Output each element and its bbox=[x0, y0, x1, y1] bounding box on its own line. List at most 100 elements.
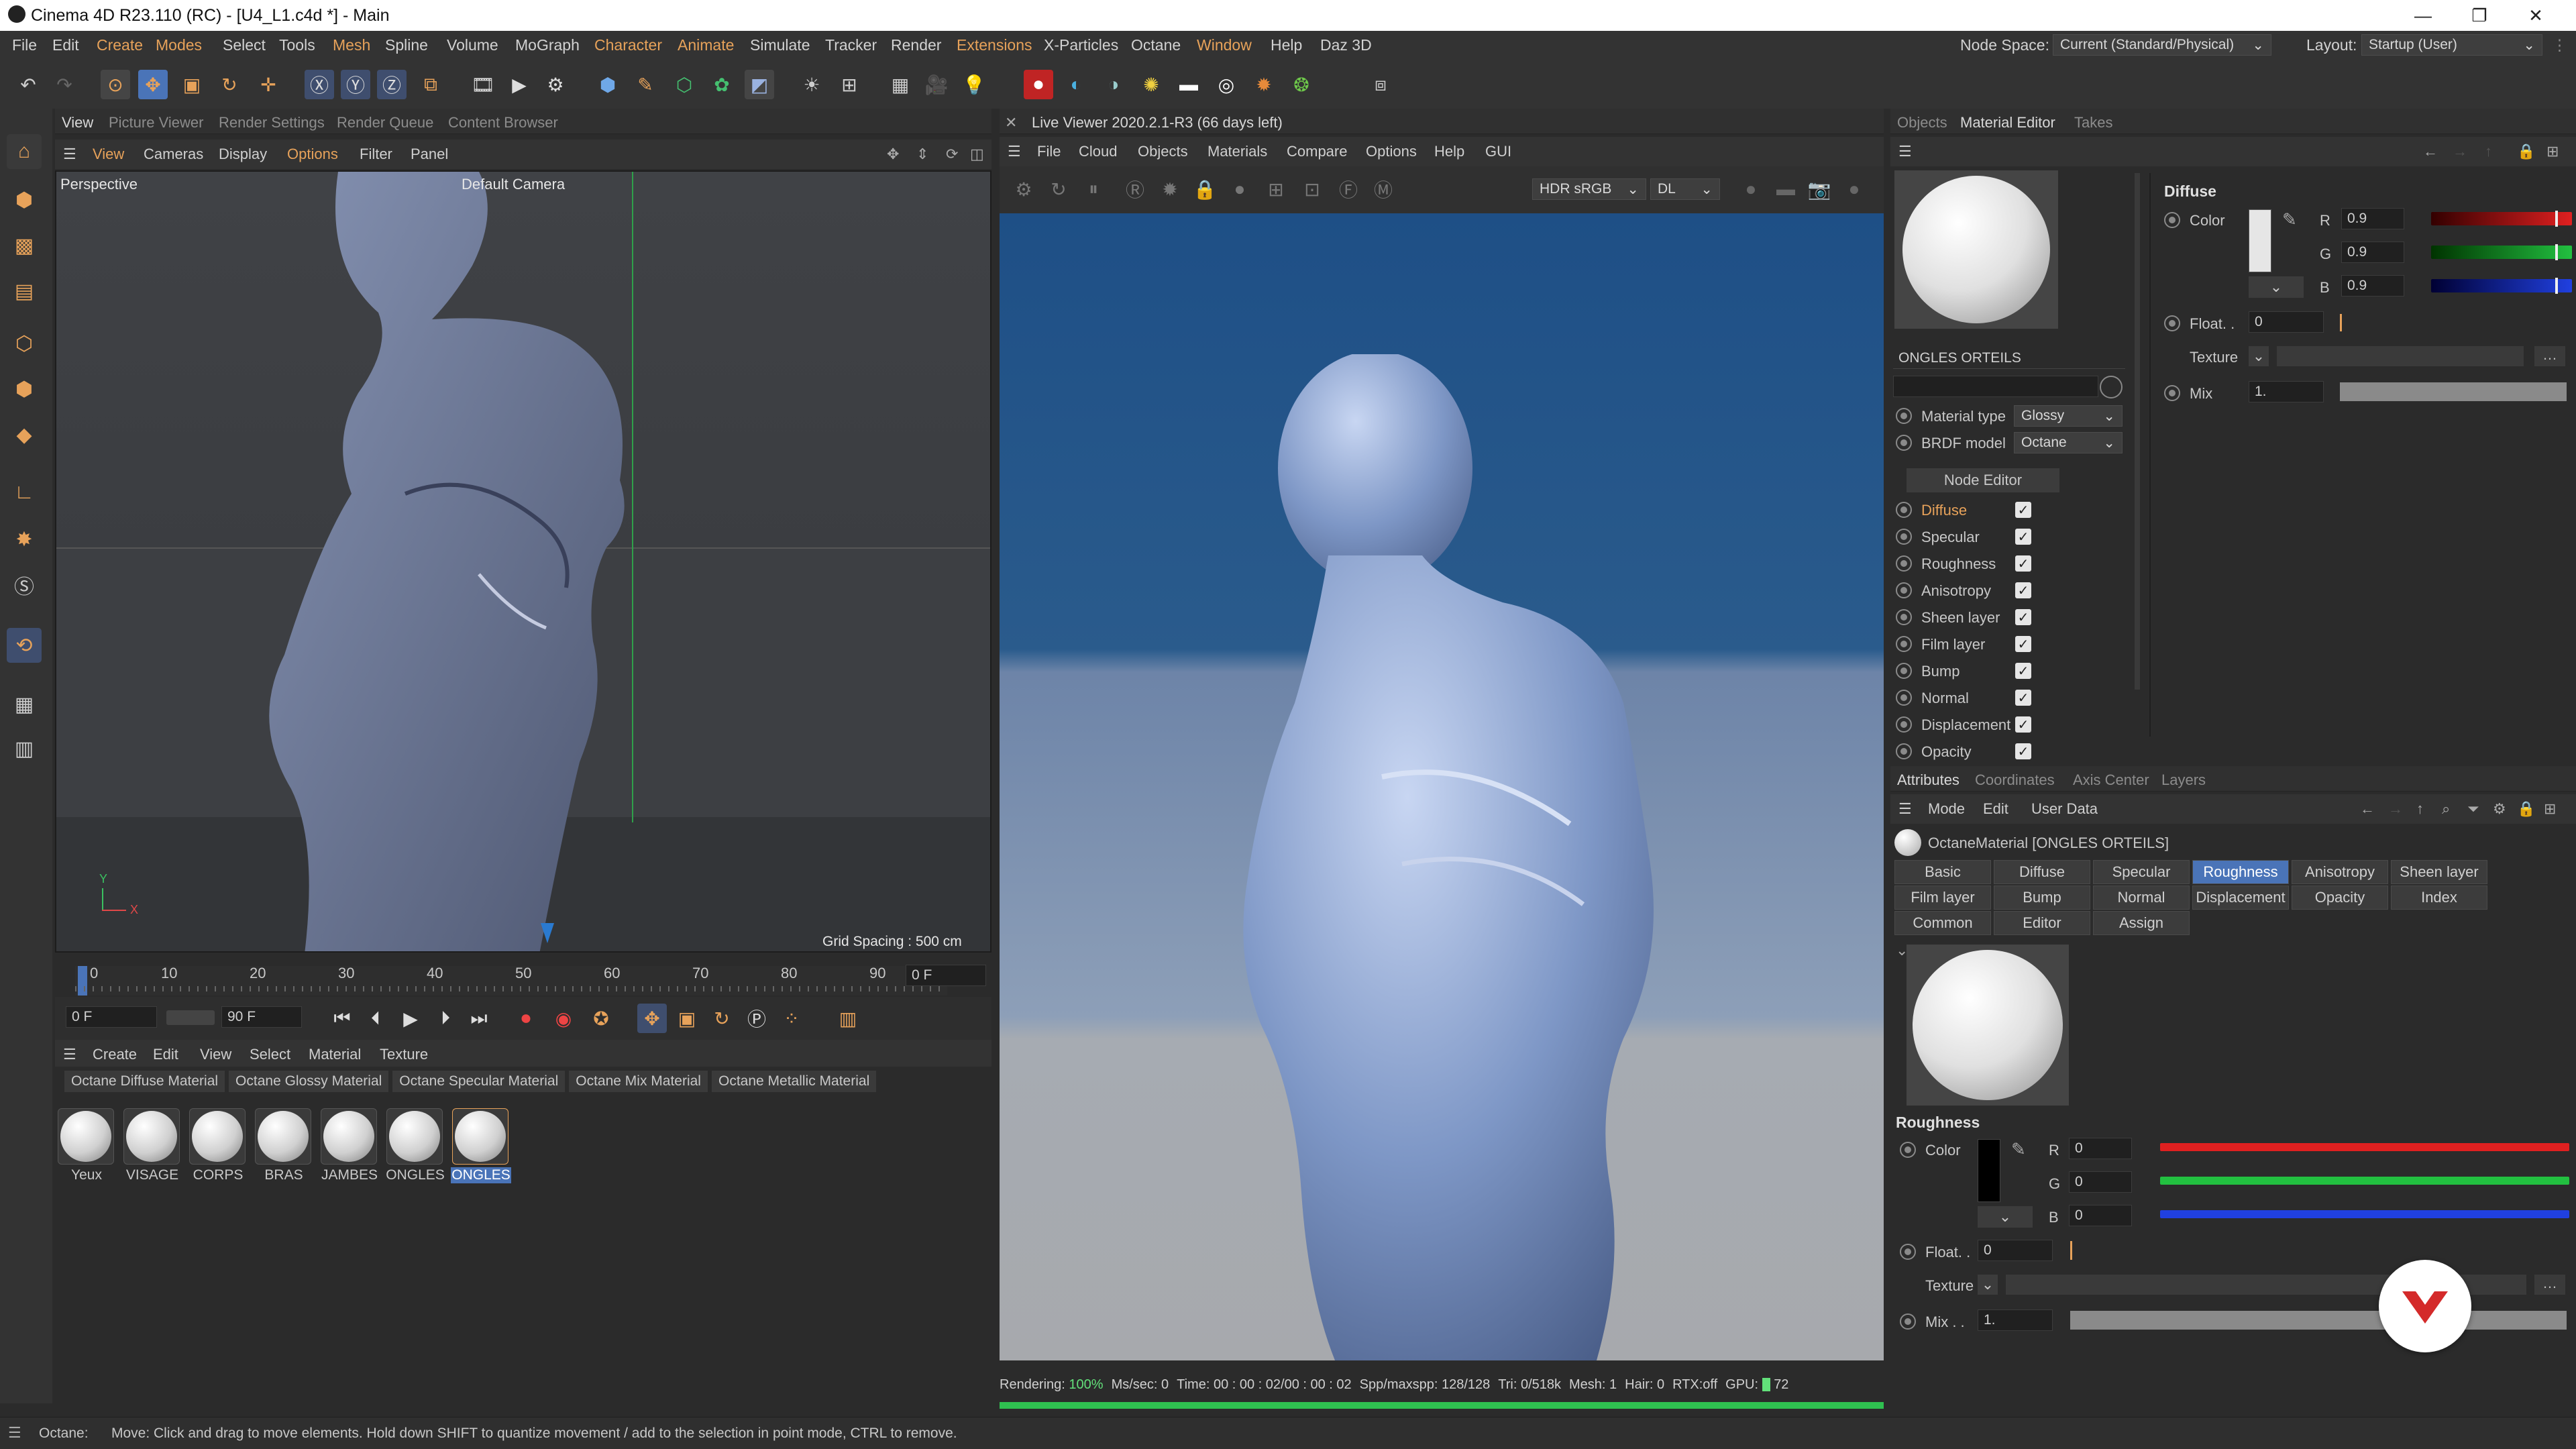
tab-material-editor[interactable]: Material Editor bbox=[1960, 114, 2055, 131]
lv-menu-cloud[interactable]: Cloud bbox=[1079, 143, 1117, 160]
checkbox-displacement[interactable]: ✓ bbox=[2015, 716, 2031, 733]
radio-icon[interactable] bbox=[1896, 609, 1912, 625]
diffuse-r-slider[interactable] bbox=[2431, 211, 2572, 227]
diffuse-mix-field[interactable]: 1. bbox=[2249, 381, 2324, 402]
color-space-dropdown[interactable]: HDR sRGB ⌄ bbox=[1532, 178, 1646, 200]
ptab-film-layer[interactable]: Film layer bbox=[1894, 885, 1991, 910]
diffuse-b-field[interactable]: 0.9 bbox=[2341, 275, 2404, 297]
checkbox-bump[interactable]: ✓ bbox=[2015, 663, 2031, 679]
next-frame-icon[interactable]: ⏵ bbox=[431, 1004, 460, 1033]
octane-camera-icon[interactable]: ◎ bbox=[1212, 70, 1241, 99]
texture-mode-icon[interactable]: ▩ bbox=[7, 228, 42, 263]
menu-octane[interactable]: Octane bbox=[1131, 36, 1181, 54]
radio-icon[interactable] bbox=[1896, 743, 1912, 759]
octane-material-icon[interactable]: ◐ bbox=[1061, 70, 1091, 99]
roughness-float-slider[interactable] bbox=[2070, 1241, 2072, 1260]
brdf-dropdown[interactable]: Octane ⌄ bbox=[2014, 432, 2123, 453]
lv-menu-gui[interactable]: GUI bbox=[1485, 143, 1511, 160]
channel-film-layer[interactable]: Film layer bbox=[1921, 636, 1985, 653]
key-position-icon[interactable]: ✥ bbox=[637, 1004, 667, 1033]
region-render-icon[interactable]: Ⓡ bbox=[1120, 174, 1150, 204]
send-scene-icon[interactable]: ⚙ bbox=[1009, 174, 1038, 204]
x-axis-lock-icon[interactable]: Ⓧ bbox=[305, 70, 334, 99]
preset-octane-metallic[interactable]: Octane Metallic Material bbox=[711, 1071, 877, 1092]
preset-octane-diffuse[interactable]: Octane Diffuse Material bbox=[64, 1071, 225, 1092]
ptab-common[interactable]: Common bbox=[1894, 911, 1991, 935]
material-swatch[interactable] bbox=[123, 1108, 180, 1165]
menu-render[interactable]: Render bbox=[891, 36, 941, 54]
y-axis-lock-icon[interactable]: Ⓨ bbox=[341, 70, 370, 99]
pause-icon[interactable]: ⏸ bbox=[1079, 174, 1108, 204]
diffuse-g-slider[interactable] bbox=[2431, 244, 2572, 260]
material-swatch[interactable] bbox=[321, 1108, 377, 1165]
menu-spline[interactable]: Spline bbox=[385, 36, 428, 54]
checkbox-anisotropy[interactable]: ✓ bbox=[2015, 582, 2031, 598]
menu-mesh[interactable]: Mesh bbox=[333, 36, 370, 54]
menu-mograph[interactable]: MoGraph bbox=[515, 36, 580, 54]
octane-scatter-icon[interactable]: ❂ bbox=[1287, 70, 1316, 99]
roughness-mix-slider[interactable] bbox=[2070, 1311, 2567, 1330]
octane-live-viewer-icon[interactable]: ⏺ bbox=[1024, 70, 1053, 99]
menu-volume[interactable]: Volume bbox=[447, 36, 498, 54]
start-frame-field[interactable]: 0 F bbox=[66, 1006, 157, 1028]
snapshot-icon[interactable]: 📷 bbox=[1805, 174, 1834, 204]
light-icon[interactable]: 💡 bbox=[959, 70, 989, 99]
roughness-g-slider[interactable] bbox=[2160, 1177, 2569, 1185]
ptab-specular[interactable]: Specular bbox=[2093, 860, 2190, 884]
eyedropper-icon[interactable]: ✎ bbox=[2011, 1139, 2026, 1160]
slider-knob[interactable] bbox=[2555, 278, 2559, 294]
menu-animate[interactable]: Animate bbox=[678, 36, 734, 54]
live-select-icon[interactable]: ⊙ bbox=[101, 70, 130, 99]
chevron-down-icon[interactable]: ⌄ bbox=[2249, 346, 2269, 366]
close-icon[interactable]: ✕ bbox=[2508, 0, 2564, 31]
viewport-menu-display[interactable]: Display bbox=[219, 146, 267, 163]
floor-icon[interactable]: ▦ bbox=[885, 70, 915, 99]
channel-list-scrollbar[interactable] bbox=[2135, 173, 2140, 690]
close-icon[interactable]: ✕ bbox=[1005, 114, 1017, 131]
tweak-mode-icon[interactable]: ✸ bbox=[7, 522, 42, 557]
menu-simulate[interactable]: Simulate bbox=[750, 36, 810, 54]
tab-render-settings[interactable]: Render Settings bbox=[219, 114, 325, 131]
coordinate-system-icon[interactable]: ⧉ bbox=[416, 70, 445, 99]
overflow-icon[interactable]: ⋮ bbox=[2552, 36, 2567, 54]
keyframe-selection-icon[interactable]: ✪ bbox=[586, 1004, 616, 1033]
material-dropdown[interactable] bbox=[1893, 376, 2098, 397]
rotate-tool-icon[interactable]: ↻ bbox=[215, 70, 244, 99]
material-swatch[interactable] bbox=[386, 1108, 443, 1165]
attr-menu-mode[interactable]: Mode bbox=[1928, 800, 1965, 818]
model-mode-icon[interactable]: ⬢ bbox=[7, 182, 42, 217]
key-scale-icon[interactable]: ▣ bbox=[672, 1004, 702, 1033]
radio-icon[interactable] bbox=[1896, 582, 1912, 598]
back-arrow-icon[interactable]: ← bbox=[2423, 143, 2438, 160]
menu-extensions[interactable]: Extensions bbox=[957, 36, 1032, 54]
channel-displacement[interactable]: Displacement bbox=[1921, 716, 2010, 734]
hamburger-icon[interactable]: ☰ bbox=[63, 146, 76, 163]
lv-menu-objects[interactable]: Objects bbox=[1138, 143, 1188, 160]
material-menu-create[interactable]: Create bbox=[93, 1046, 137, 1063]
search-icon[interactable]: ⌕ bbox=[2442, 800, 2450, 818]
roughness-r-field[interactable]: 0 bbox=[2069, 1138, 2132, 1159]
points-mode-icon[interactable]: ⬡ bbox=[7, 326, 42, 361]
preset-octane-specular[interactable]: Octane Specular Material bbox=[392, 1071, 566, 1092]
diffuse-b-slider[interactable] bbox=[2431, 278, 2572, 294]
settings-icon[interactable]: ⚙ bbox=[2493, 800, 2506, 818]
menu-select[interactable]: Select bbox=[223, 36, 266, 54]
ptab-roughness[interactable]: Roughness bbox=[2192, 860, 2289, 884]
diffuse-r-field[interactable]: 0.9 bbox=[2341, 208, 2404, 229]
viewport-menu-options[interactable]: Options bbox=[287, 146, 338, 163]
ptab-editor[interactable]: Editor bbox=[1994, 911, 2090, 935]
white-balance-icon[interactable]: Ⓜ bbox=[1368, 174, 1398, 204]
octane-texture-icon[interactable]: ◑ bbox=[1099, 70, 1128, 99]
ptab-diffuse[interactable]: Diffuse bbox=[1994, 860, 2090, 884]
camera-label[interactable]: Default Camera bbox=[462, 176, 565, 193]
radio-icon[interactable] bbox=[1896, 716, 1912, 733]
cloner-icon[interactable]: ✿ bbox=[707, 70, 737, 99]
tab-render-queue[interactable]: Render Queue bbox=[337, 114, 433, 131]
diffuse-mix-slider[interactable] bbox=[2340, 382, 2567, 401]
material-menu-edit[interactable]: Edit bbox=[153, 1046, 178, 1063]
reset-icon[interactable]: ↻ bbox=[1044, 174, 1073, 204]
ptab-displacement[interactable]: Displacement bbox=[2192, 885, 2289, 910]
new-panel-icon[interactable]: ⊞ bbox=[2546, 143, 2559, 160]
viewport[interactable]: Perspective Default Camera Grid Spacing … bbox=[55, 170, 991, 953]
material-swatch[interactable] bbox=[255, 1108, 311, 1165]
